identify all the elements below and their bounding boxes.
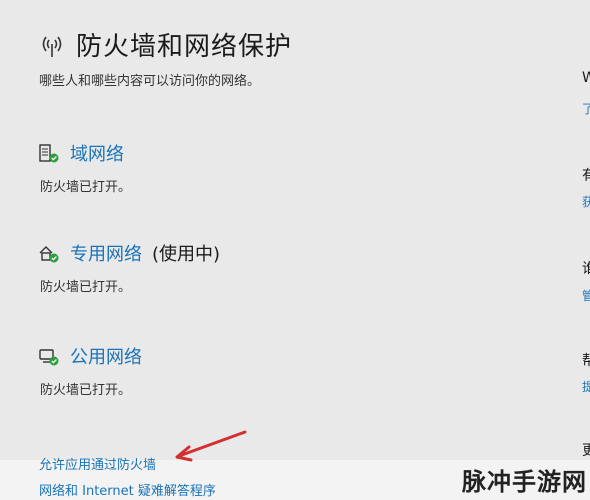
private-network-icon [39, 246, 59, 263]
private-network-status: 防火墙已打开。 [40, 280, 132, 295]
right-link-2[interactable]: 获 [582, 193, 590, 210]
public-network-status: 防火墙已打开。 [40, 383, 132, 398]
in-use-label: (使用中) [152, 244, 221, 265]
right-link-4[interactable]: 提 [582, 378, 590, 395]
site-watermark: 脉冲手游网 [462, 468, 587, 496]
domain-network-icon [39, 144, 59, 163]
domain-network-link[interactable]: 域网络 [70, 140, 124, 166]
right-heading-4: 帮 [582, 353, 590, 369]
right-link-3[interactable]: 管 [582, 287, 590, 304]
network-section-domain: 域网络 防火墙已打开。 [38, 140, 131, 195]
right-heading-1: W [582, 70, 590, 86]
network-troubleshooter-link[interactable]: 网络和 Internet 疑难解答程序 [39, 480, 216, 499]
public-network-icon [39, 349, 59, 366]
right-heading-2: 有 [582, 168, 590, 184]
page-title: 防火墙和网络保护 [76, 32, 293, 62]
right-link-1[interactable]: 了 [582, 100, 590, 117]
allow-app-through-firewall-link[interactable]: 允许应用通过防火墙 [39, 454, 156, 473]
annotation-arrow-icon [175, 430, 247, 462]
network-section-public: 公用网络 防火墙已打开。 [38, 343, 142, 398]
network-section-private: 专用网络 (使用中) 防火墙已打开。 [38, 240, 220, 295]
page-header: 防火墙和网络保护 [38, 26, 292, 63]
private-network-link[interactable]: 专用网络 [70, 240, 142, 266]
signal-tower-icon [42, 36, 62, 57]
page-subtitle: 哪些人和哪些内容可以访问你的网络。 [39, 74, 261, 89]
related-settings-column: W 了 有 获 谁 管 帮 提 更 [580, 0, 590, 500]
right-heading-5: 更 [582, 443, 590, 459]
public-network-link[interactable]: 公用网络 [70, 343, 142, 369]
right-heading-3: 谁 [582, 261, 590, 277]
domain-network-status: 防火墙已打开。 [40, 180, 132, 195]
